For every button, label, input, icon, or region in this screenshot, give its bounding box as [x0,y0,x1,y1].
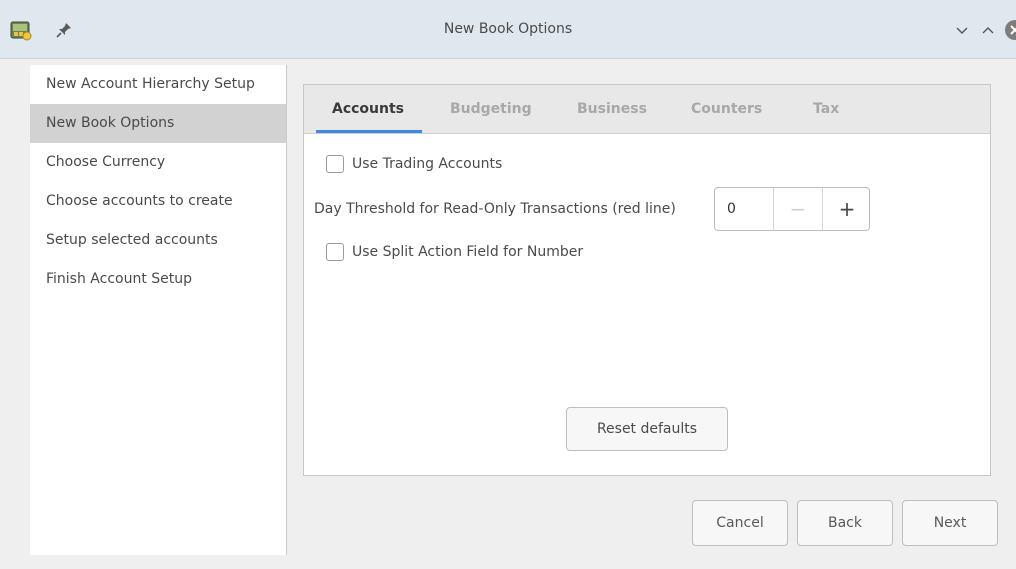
day-threshold-input[interactable] [715,188,773,230]
use-trading-accounts-row[interactable]: Use Trading Accounts [326,153,502,175]
tab-business[interactable]: Business [577,85,647,133]
tab-counters[interactable]: Counters [691,85,762,133]
tab-tax[interactable]: Tax [813,85,839,133]
options-panel: Accounts Budgeting Business Counters Tax… [303,84,991,476]
minimize-icon[interactable] [954,22,970,38]
next-button[interactable]: Next [902,500,998,546]
split-action-checkbox[interactable] [326,243,344,261]
cancel-button[interactable]: Cancel [692,500,788,546]
use-trading-accounts-checkbox[interactable] [326,155,344,173]
sidebar-item-new-book-options[interactable]: New Book Options [30,104,286,143]
sidebar-item-new-account-hierarchy-setup[interactable]: New Account Hierarchy Setup [30,65,286,104]
reset-defaults-button[interactable]: Reset defaults [566,407,728,451]
back-button[interactable]: Back [797,500,893,546]
active-tab-indicator [316,130,422,133]
window-title: New Book Options [443,21,573,37]
split-action-row[interactable]: Use Split Action Field for Number [326,241,583,263]
use-trading-accounts-label: Use Trading Accounts [352,156,503,172]
sidebar-item-choose-currency[interactable]: Choose Currency [30,143,286,182]
decrement-button[interactable]: − [773,188,822,230]
split-action-label: Use Split Action Field for Number [352,244,584,260]
sidebar-item-setup-selected-accounts[interactable]: Setup selected accounts [30,221,286,260]
close-icon[interactable] [1005,20,1016,40]
assistant-steps-sidebar: New Account Hierarchy Setup New Book Opt… [30,65,287,555]
tab-accounts[interactable]: Accounts [332,85,404,133]
tab-bar: Accounts Budgeting Business Counters Tax [304,85,990,134]
increment-button[interactable]: + [822,188,871,230]
sidebar-item-finish-account-setup[interactable]: Finish Account Setup [30,260,286,299]
maximize-icon[interactable] [980,22,996,38]
day-threshold-spinbox: − + [714,187,870,231]
sidebar-item-choose-accounts[interactable]: Choose accounts to create [30,182,286,221]
tab-budgeting[interactable]: Budgeting [450,85,532,133]
day-threshold-label: Day Threshold for Read-Only Transactions… [314,201,676,217]
title-bar: New Book Options [0,0,1016,59]
